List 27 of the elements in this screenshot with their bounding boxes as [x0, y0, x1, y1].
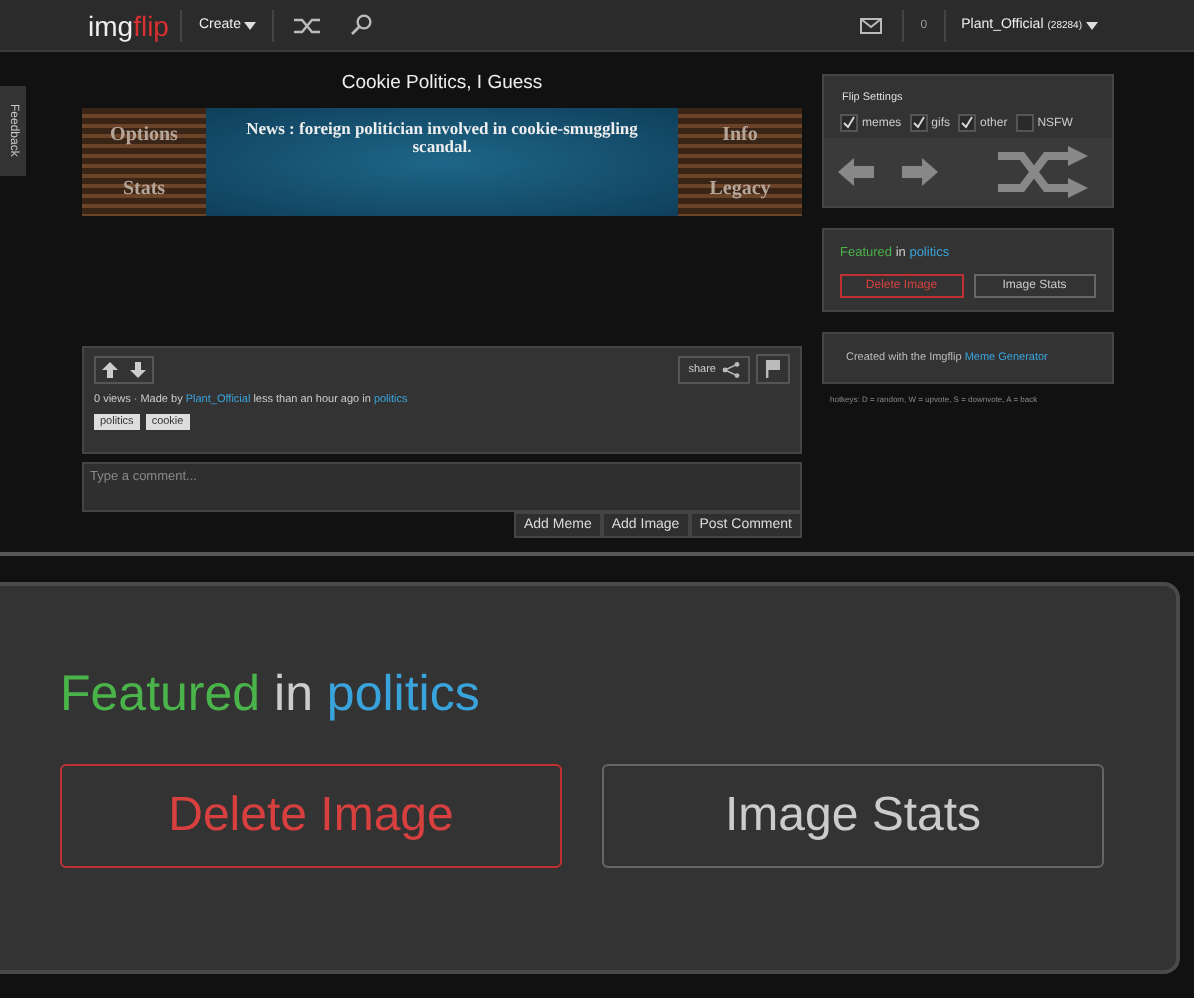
checkbox[interactable]: [958, 114, 977, 132]
news-ticker: News : foreign politician involved in cookie-smuggling scandal.: [244, 120, 640, 159]
mail-icon[interactable]: [860, 17, 883, 33]
right-arrow-icon[interactable]: [902, 158, 938, 186]
game-menu-label: Options: [110, 124, 178, 146]
checkbox[interactable]: [909, 114, 928, 132]
caret-icon: [1086, 21, 1098, 29]
shuffle-icon[interactable]: [294, 15, 323, 35]
shuffle-icon[interactable]: [998, 146, 1090, 198]
featured-button[interactable]: Image Stats: [602, 764, 1104, 868]
meme-title: Cookie Politics, I Guess: [339, 72, 545, 94]
search-icon[interactable]: [350, 14, 373, 36]
caret-icon: [244, 21, 257, 29]
flag-icon: [766, 360, 780, 378]
down-arrow-icon: [130, 361, 146, 377]
flag-button[interactable]: [756, 354, 790, 384]
checkbox[interactable]: [840, 114, 858, 132]
up-arrow-icon: [102, 361, 118, 377]
imgflip-logo[interactable]: imgflip: [88, 9, 169, 41]
share-icon: [722, 361, 740, 377]
featured-text: Featured in politics: [60, 666, 482, 724]
game-menu-label: Info: [722, 124, 758, 146]
game-menu-label: Legacy: [709, 178, 771, 200]
left-arrow-icon[interactable]: [838, 158, 874, 186]
game-menu-label: Stats: [122, 178, 166, 200]
checkbox[interactable]: [1015, 114, 1034, 132]
category-link[interactable]: politics: [326, 666, 480, 722]
